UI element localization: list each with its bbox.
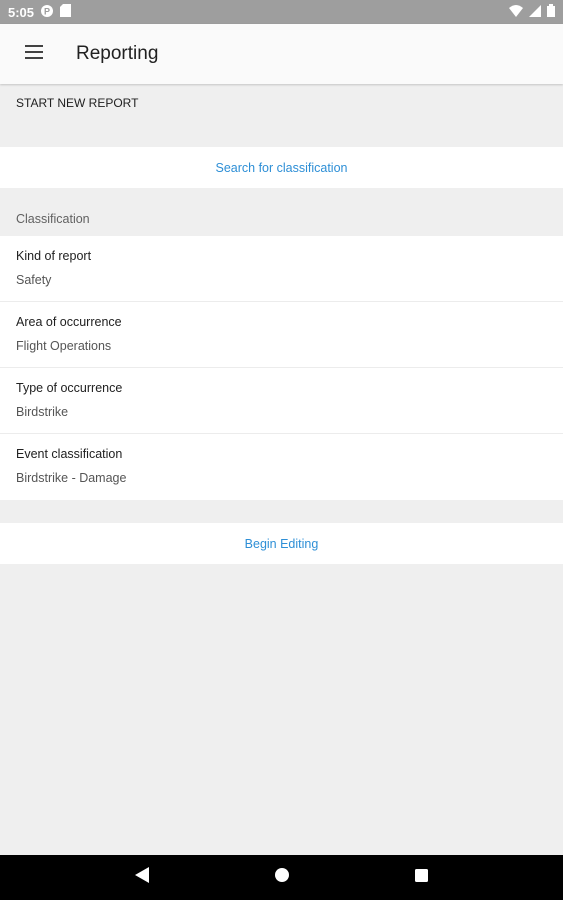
home-button[interactable] bbox=[262, 858, 302, 898]
item-value: Flight Operations bbox=[16, 339, 112, 353]
list-item-kind-of-report[interactable]: Kind of report Safety bbox=[0, 236, 563, 302]
sd-card-icon bbox=[60, 4, 72, 20]
status-bar: 5:05 P bbox=[0, 0, 563, 24]
recents-icon bbox=[415, 868, 428, 887]
system-nav-bar bbox=[0, 855, 563, 900]
back-icon bbox=[134, 867, 149, 888]
classification-group-header: Classification bbox=[16, 212, 90, 226]
list-item-area-of-occurrence[interactable]: Area of occurrence Flight Operations bbox=[0, 302, 563, 368]
item-label: Type of occurrence bbox=[16, 381, 123, 395]
back-button[interactable] bbox=[122, 858, 162, 898]
start-new-report-header: START NEW REPORT bbox=[16, 96, 139, 110]
list-item-type-of-occurrence[interactable]: Type of occurrence Birdstrike bbox=[0, 368, 563, 434]
main-content: START NEW REPORT Search for classificati… bbox=[0, 85, 563, 564]
signal-icon bbox=[529, 4, 541, 20]
item-value: Birdstrike bbox=[16, 405, 69, 419]
begin-editing-button[interactable]: Begin Editing bbox=[0, 523, 563, 564]
page-title: Reporting bbox=[76, 43, 159, 64]
svg-text:P: P bbox=[44, 6, 50, 16]
wifi-icon bbox=[509, 4, 523, 20]
item-value: Birdstrike - Damage bbox=[16, 471, 127, 485]
cast-icon: P bbox=[40, 4, 54, 21]
classification-list: Kind of report Safety Area of occurrence… bbox=[0, 236, 563, 500]
app-bar: Reporting bbox=[0, 24, 563, 84]
battery-icon bbox=[547, 4, 555, 20]
item-label: Area of occurrence bbox=[16, 315, 122, 329]
search-classification-button[interactable]: Search for classification bbox=[0, 147, 563, 188]
list-item-event-classification[interactable]: Event classification Birdstrike - Damage bbox=[0, 434, 563, 500]
menu-button[interactable] bbox=[15, 35, 53, 73]
home-icon bbox=[274, 868, 289, 887]
hamburger-menu-icon bbox=[25, 44, 43, 64]
status-left: 5:05 P bbox=[8, 4, 72, 21]
item-label: Event classification bbox=[16, 447, 123, 461]
status-time: 5:05 bbox=[8, 4, 35, 20]
recents-button[interactable] bbox=[402, 858, 442, 898]
item-value: Safety bbox=[16, 273, 52, 287]
item-label: Kind of report bbox=[16, 249, 92, 263]
status-right bbox=[509, 4, 555, 20]
